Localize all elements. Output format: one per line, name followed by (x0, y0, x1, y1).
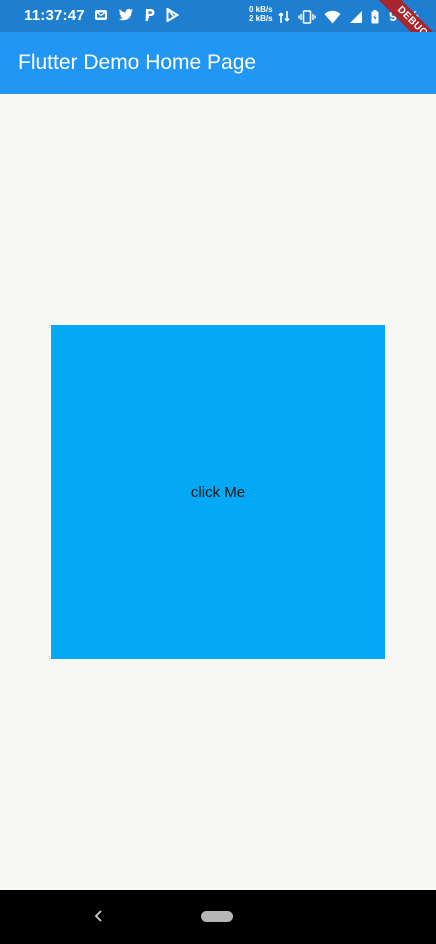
navigation-bar (0, 890, 436, 944)
play-store-icon (166, 8, 179, 22)
status-left-icons (94, 8, 179, 22)
data-transfer-icon (278, 10, 290, 24)
mail-icon (94, 8, 108, 22)
click-me-button[interactable]: click Me (51, 325, 385, 659)
status-time: 11:37:47 (24, 7, 85, 24)
vibrate-icon (298, 9, 316, 24)
wifi-icon (324, 10, 341, 24)
back-icon[interactable] (92, 908, 106, 929)
click-me-label: click Me (190, 483, 246, 501)
app-bar: Flutter Demo Home Page (0, 32, 436, 94)
paypal-icon (144, 8, 156, 22)
netspeed-up: 0 kB/s (249, 5, 273, 14)
twitter-icon (118, 8, 134, 22)
home-pill-icon[interactable] (201, 911, 233, 922)
main-content: click Me (0, 94, 436, 890)
battery-icon (371, 9, 379, 24)
cell-signal-icon (349, 10, 363, 24)
app-title: Flutter Demo Home Page (18, 51, 257, 74)
network-speed: 0 kB/s 2 kB/s (249, 5, 273, 23)
netspeed-down: 2 kB/s (249, 14, 273, 23)
status-bar: 11:37:47 0 kB/s 2 kB/s (0, 0, 436, 32)
